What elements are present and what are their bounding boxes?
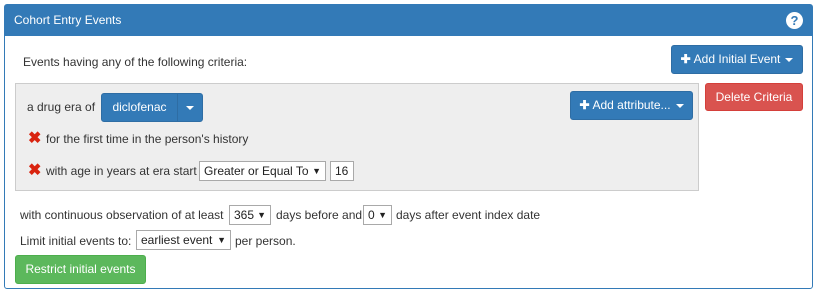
plus-icon: ✚ [579, 98, 590, 112]
age-label: with age in years at era start [46, 164, 197, 178]
select-arrow-icon: ▼ [378, 210, 387, 220]
days-after-select[interactable]: 0 ▼ [363, 205, 392, 225]
observation-suffix: days after event index date [396, 208, 541, 222]
select-arrow-icon: ▼ [312, 166, 321, 176]
concept-set-dropdown-toggle[interactable] [177, 93, 203, 122]
days-before-select[interactable]: 365 ▼ [229, 205, 271, 225]
first-time-label: for the first time in the person's histo… [46, 132, 249, 146]
observation-mid: days before and [276, 208, 363, 222]
events-intro-text: Events having any of the following crite… [23, 55, 248, 69]
limit-suffix: per person. [235, 234, 296, 248]
remove-age-x-icon[interactable]: ✖ [28, 160, 41, 180]
add-attribute-button[interactable]: ✚ Add attribute... [570, 91, 693, 120]
select-arrow-icon: ▼ [257, 210, 266, 220]
observation-prefix: with continuous observation of at least [20, 208, 224, 222]
question-circle-icon[interactable]: ? [786, 12, 803, 29]
remove-first-time-x-icon[interactable]: ✖ [28, 128, 41, 148]
concept-set-button[interactable]: diclofenac [101, 93, 178, 122]
plus-icon: ✚ [680, 52, 691, 66]
select-arrow-icon: ▼ [217, 235, 226, 245]
panel-title: Cohort Entry Events [14, 13, 122, 27]
caret-down-icon [675, 103, 684, 108]
delete-criteria-button[interactable]: Delete Criteria [705, 83, 803, 111]
age-value-input[interactable]: 16 [330, 161, 354, 181]
add-initial-event-button[interactable]: ✚ Add Initial Event [671, 45, 803, 74]
age-operator-select[interactable]: Greater or Equal To ▼ [199, 161, 326, 181]
caret-down-icon [186, 105, 194, 110]
drug-era-label: a drug era of [27, 100, 96, 114]
restrict-initial-events-button[interactable]: Restrict initial events [15, 255, 146, 284]
caret-down-icon [785, 57, 794, 62]
limit-select[interactable]: earliest event ▼ [136, 230, 231, 250]
limit-prefix: Limit initial events to: [20, 234, 132, 248]
panel-heading: Cohort Entry Events ? [5, 5, 812, 36]
